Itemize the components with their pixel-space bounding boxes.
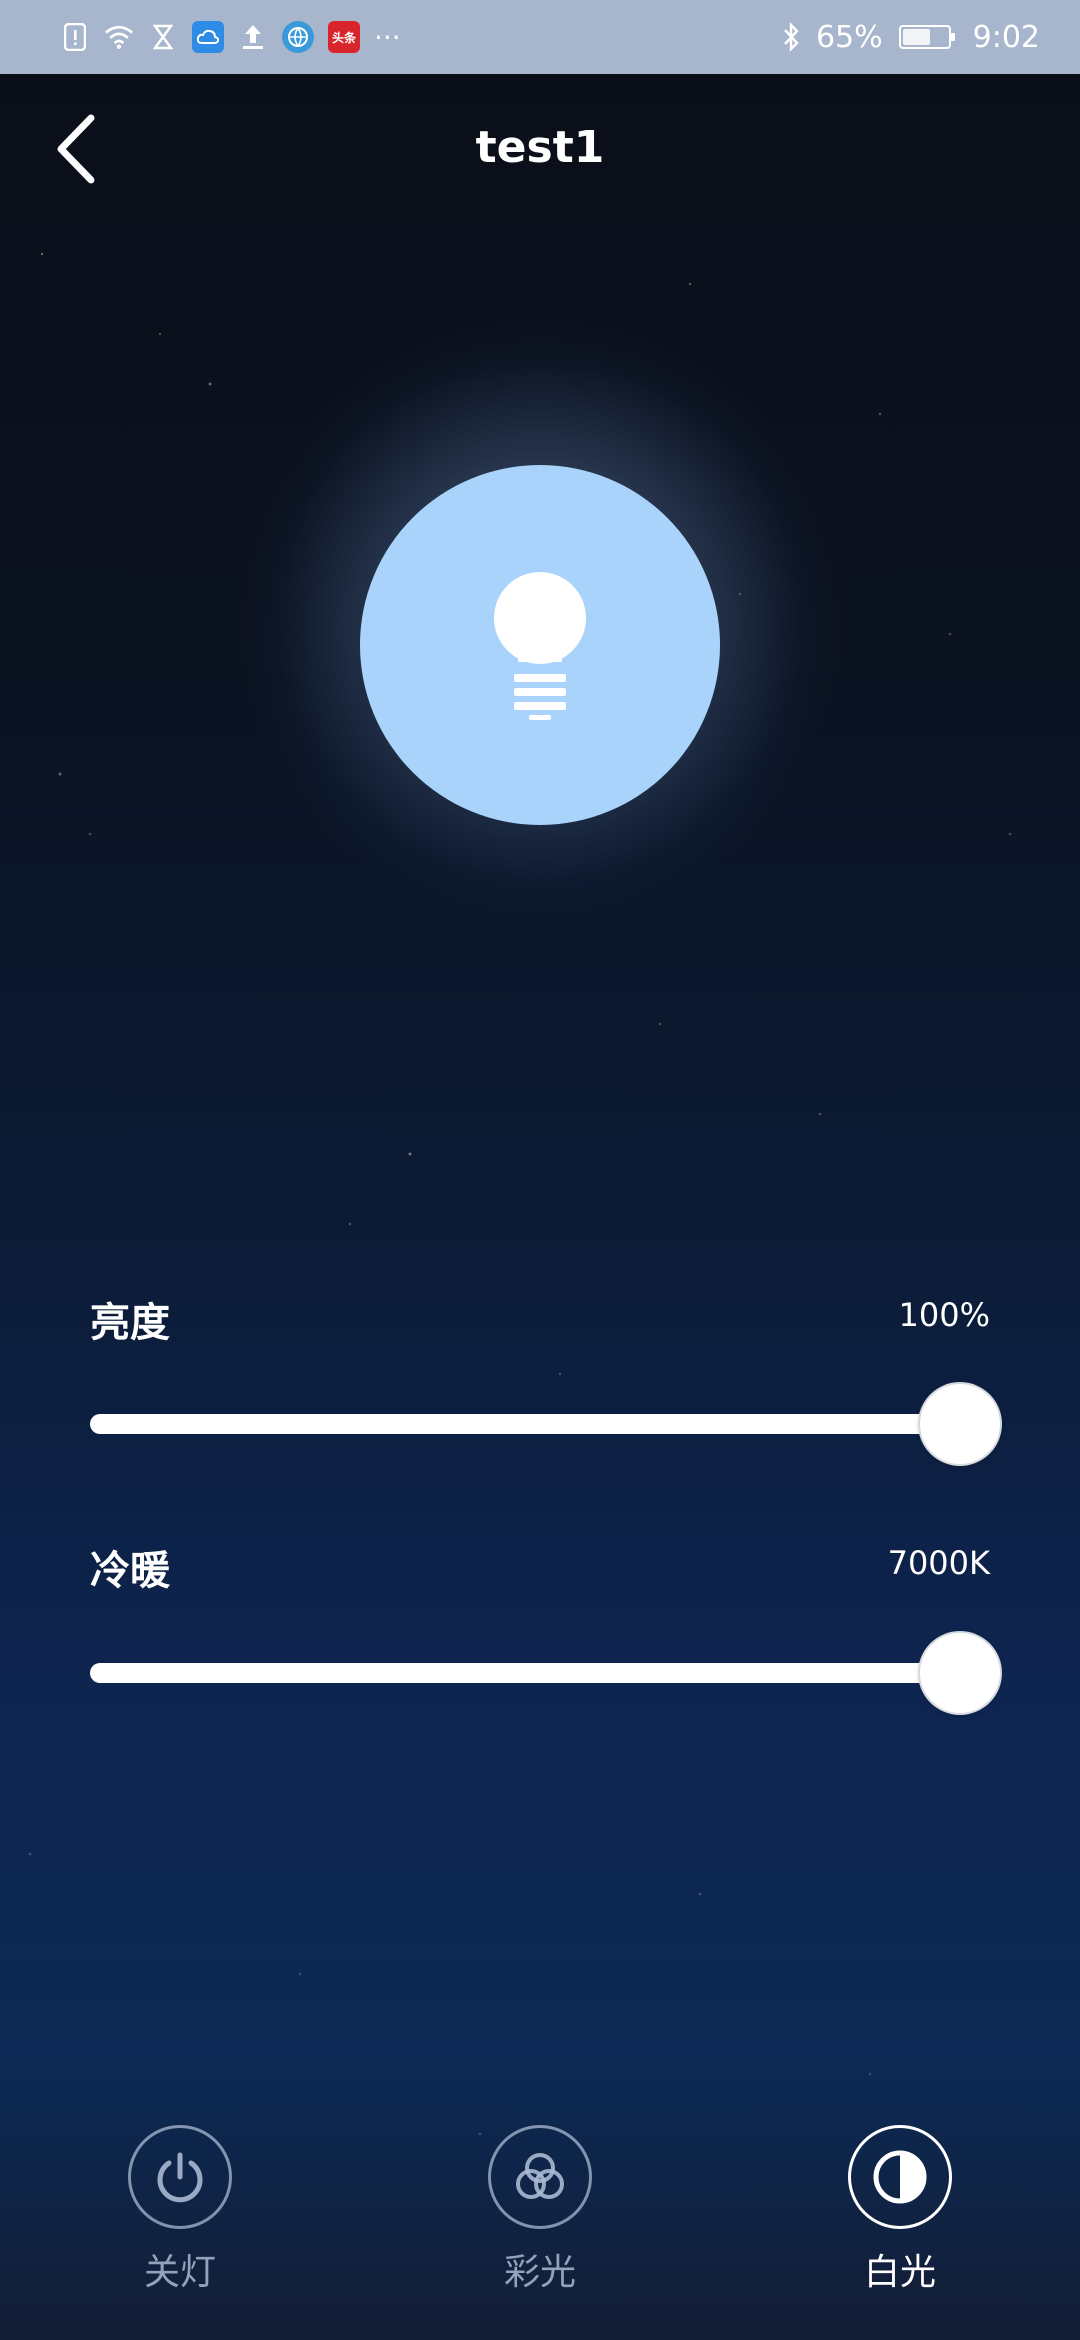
header: test1: [0, 74, 1080, 224]
brightness-slider-thumb[interactable]: [920, 1384, 1000, 1464]
more-indicator: ···: [374, 20, 401, 54]
mode-white-label: 白光: [863, 2252, 936, 2293]
mode-color-button[interactable]: 彩光: [460, 2125, 620, 2295]
battery-level-fill: [902, 29, 930, 45]
upload-icon: [238, 22, 268, 52]
mode-off-button[interactable]: 关灯: [100, 2125, 260, 2295]
bluetooth-icon: [776, 22, 806, 52]
status-bar: 头条 ··· 65% 9:02: [0, 0, 1080, 74]
color-temp-label: 冷暖: [90, 1548, 170, 1594]
mode-white-button[interactable]: 白光: [820, 2125, 980, 2295]
mode-off-ring: [128, 2125, 232, 2229]
cloud-app-icon: [192, 21, 224, 53]
mode-color-ring: [488, 2125, 592, 2229]
brightness-label: 亮度: [90, 1300, 170, 1346]
globe-app-icon: [282, 21, 314, 53]
color-temp-slider-track: [90, 1663, 1000, 1683]
alert-icon: [60, 22, 90, 52]
power-icon: [157, 2152, 203, 2203]
color-temp-value: 7000K: [887, 1544, 990, 1582]
color-circles-icon: [516, 2153, 564, 2199]
status-time: 9:02: [972, 19, 1040, 55]
status-icons-right: 65% 9:02: [776, 20, 1040, 55]
hourglass-icon: [148, 22, 178, 52]
color-temp-slider[interactable]: [90, 1633, 1000, 1713]
brightness-value: 100%: [898, 1296, 990, 1334]
brightness-slider-track: [90, 1414, 1000, 1434]
wifi-icon: [104, 22, 134, 52]
bulb-toggle[interactable]: [360, 465, 720, 825]
status-icons-left: 头条 ···: [60, 21, 401, 54]
half-circle-icon: [873, 2150, 927, 2204]
brightness-slider[interactable]: [90, 1384, 1000, 1464]
battery-percent: 65%: [815, 19, 883, 55]
toutiao-app-icon: 头条: [328, 21, 360, 53]
page-title: test1: [475, 122, 605, 173]
mode-off-label: 关灯: [143, 2252, 216, 2293]
battery-icon: [898, 25, 955, 49]
mode-white-ring: [848, 2125, 952, 2229]
mode-color-label: 彩光: [503, 2252, 576, 2293]
lightbulb-icon: [494, 572, 586, 720]
color-temp-slider-thumb[interactable]: [920, 1633, 1000, 1713]
